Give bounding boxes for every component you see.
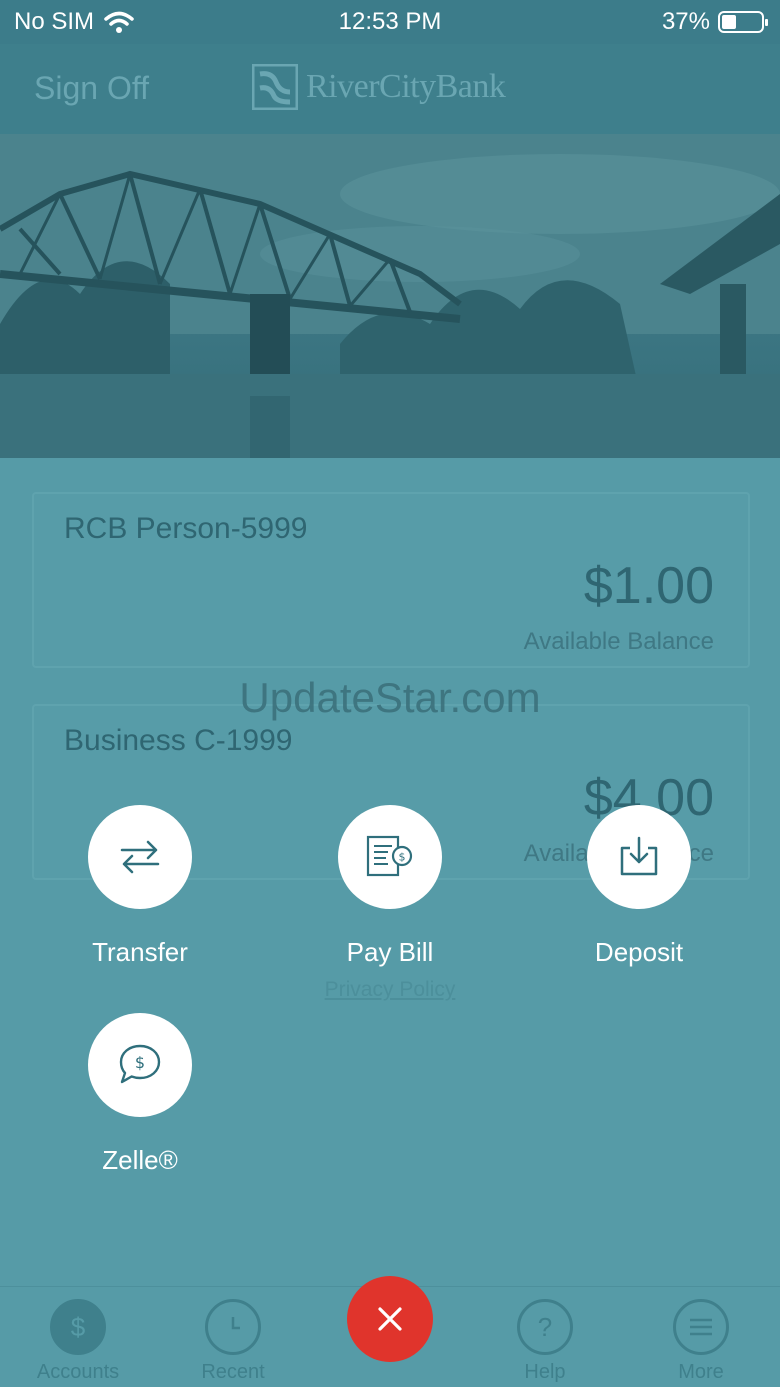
transfer-button[interactable]	[88, 805, 192, 909]
deposit-button[interactable]	[587, 805, 691, 909]
transfer-action[interactable]: Transfer	[40, 805, 240, 968]
close-icon	[378, 1307, 402, 1331]
tab-recent[interactable]: Recent	[163, 1299, 303, 1384]
tab-label-help: Help	[524, 1361, 566, 1383]
clock-icon	[205, 1299, 261, 1355]
hero-image	[0, 134, 780, 458]
status-right: 37%	[661, 8, 768, 36]
pay-bill-label: Pay Bill	[346, 937, 434, 967]
deposit-label: Deposit	[594, 937, 684, 967]
bridge-scene-image	[0, 134, 780, 458]
account-card[interactable]: RCB Person-5999 $1.00 Available Balance	[32, 492, 750, 668]
bank-logo: RiverCityBank	[252, 64, 506, 110]
svg-text:$: $	[135, 1053, 145, 1072]
chat-dollar-icon: $	[119, 1044, 161, 1084]
battery-percent: 37%	[661, 8, 710, 35]
sign-off-button[interactable]: Sign Off	[34, 70, 149, 107]
battery-icon	[718, 11, 768, 33]
deposit-action[interactable]: Deposit	[539, 805, 739, 968]
close-actions-button[interactable]	[347, 1276, 433, 1362]
tab-more[interactable]: More	[631, 1299, 771, 1384]
account-name: RCB Person-5999	[64, 512, 308, 545]
pay-bill-action[interactable]: $ Pay Bill	[290, 805, 490, 968]
status-bar: No SIM 12:53 PM 37%	[0, 0, 780, 44]
bill-icon: $	[366, 835, 413, 877]
tab-help[interactable]: ? Help	[475, 1299, 615, 1384]
logo-text: RiverCityBank	[306, 68, 506, 105]
help-question-icon: ?	[517, 1299, 573, 1355]
app-header: Sign Off RiverCityBank	[0, 44, 780, 134]
svg-text:$: $	[399, 851, 406, 864]
download-tray-icon	[620, 836, 658, 876]
transfer-label: Transfer	[92, 937, 188, 967]
pay-bill-button[interactable]: $	[338, 805, 442, 909]
accounts-coin-icon: $	[50, 1299, 106, 1355]
zelle-action[interactable]: $ Zelle®	[40, 1013, 240, 1176]
watermark-text: UpdateStar.com	[239, 674, 541, 721]
tab-label-accounts: Accounts	[36, 1361, 120, 1383]
account-balance-label: Available Balance	[523, 628, 714, 655]
menu-lines-icon	[673, 1299, 729, 1355]
privacy-policy-link[interactable]: Privacy Policy	[0, 978, 780, 1002]
tab-accounts[interactable]: $ Accounts	[8, 1299, 148, 1384]
logo-mark-icon	[252, 64, 298, 110]
battery-level	[722, 15, 736, 29]
account-amount: $1.00	[583, 557, 714, 615]
transfer-arrows-icon	[120, 840, 160, 874]
zelle-button[interactable]: $	[88, 1013, 192, 1117]
tab-label-recent: Recent	[201, 1361, 265, 1383]
account-name: Business C-1999	[64, 724, 293, 757]
tab-label-more: More	[678, 1361, 724, 1383]
zelle-label: Zelle®	[102, 1145, 178, 1175]
